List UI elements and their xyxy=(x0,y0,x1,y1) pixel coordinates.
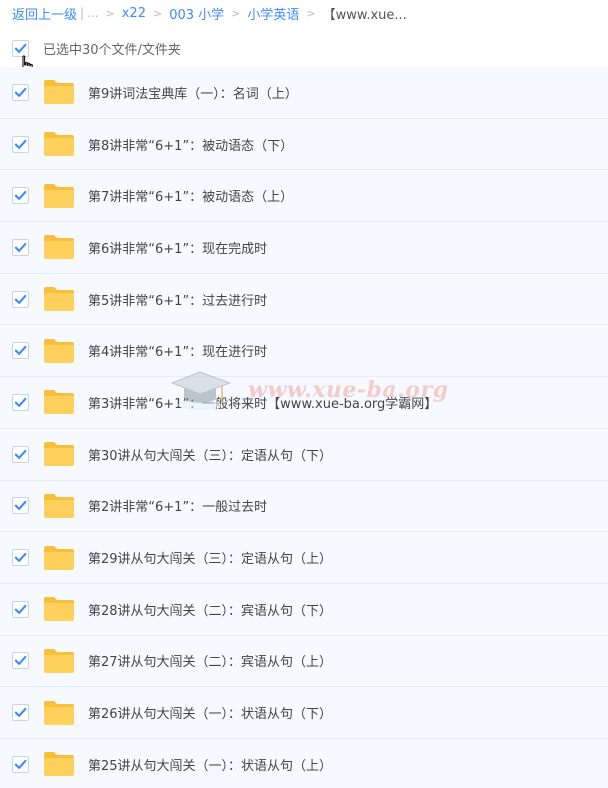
check-icon xyxy=(14,759,27,769)
file-checkbox[interactable] xyxy=(12,497,29,515)
file-checkbox[interactable] xyxy=(12,600,29,618)
file-checkbox[interactable] xyxy=(12,652,29,670)
file-checkbox[interactable] xyxy=(12,755,29,773)
check-icon xyxy=(14,346,27,356)
file-checkbox[interactable] xyxy=(12,187,29,205)
breadcrumb-arrow: > xyxy=(152,6,163,20)
file-name[interactable]: 第7讲非常“6+1”：被动语态（上） xyxy=(88,186,293,205)
check-icon xyxy=(14,87,27,97)
file-checkbox[interactable] xyxy=(12,393,29,411)
file-checkbox[interactable] xyxy=(12,445,29,463)
folder-icon xyxy=(44,235,74,260)
file-row[interactable]: 第7讲非常“6+1”：被动语态（上） xyxy=(0,170,608,223)
file-checkbox[interactable] xyxy=(12,83,29,101)
folder-icon xyxy=(44,287,74,312)
breadcrumb: 返回上一级 | ... > x22 > 003 小学 > 小学英语 > 【www… xyxy=(0,0,608,26)
file-row[interactable]: 第9讲词法宝典库（一）：名词（上） xyxy=(0,67,608,119)
file-name[interactable]: 第30讲从句大闯关（三）：定语从句（下） xyxy=(88,445,332,464)
check-icon xyxy=(14,604,27,614)
check-icon xyxy=(14,139,27,149)
selection-bar: 已选中30个文件/文件夹 xyxy=(0,32,608,64)
file-row[interactable]: 第30讲从句大闯关（三）：定语从句（下） xyxy=(0,428,608,481)
check-icon xyxy=(14,552,27,562)
file-name[interactable]: 第5讲非常“6+1”：过去进行时 xyxy=(88,290,267,309)
check-icon xyxy=(14,449,27,459)
file-name[interactable]: 第9讲词法宝典库（一）：名词（上） xyxy=(88,83,298,102)
breadcrumb-item-english[interactable]: 小学英语 xyxy=(247,4,299,23)
file-checkbox[interactable] xyxy=(12,342,29,360)
file-name[interactable]: 第4讲非常“6+1”：现在进行时 xyxy=(88,341,267,360)
breadcrumb-current: 【www.xue... xyxy=(322,7,407,23)
select-all-checkbox[interactable] xyxy=(12,39,29,57)
file-name[interactable]: 第26讲从句大闯关（一）：状语从句（下） xyxy=(88,703,332,722)
check-icon xyxy=(14,397,27,407)
breadcrumb-arrow: > xyxy=(231,6,241,20)
folder-icon xyxy=(44,648,74,673)
file-row[interactable]: 第26讲从句大闯关（一）：状语从句（下） xyxy=(0,687,608,739)
file-name[interactable]: 第2讲非常“6+1”：一般过去时 xyxy=(88,496,267,515)
file-row[interactable]: 第28讲从句大闯关（二）：宾语从句（下） xyxy=(0,583,608,636)
file-row[interactable]: 第4讲非常“6+1”：现在进行时 xyxy=(0,325,608,378)
breadcrumb-pipe: | xyxy=(80,6,85,20)
breadcrumb-item-x22[interactable]: x22 xyxy=(122,6,146,21)
back-link[interactable]: 返回上一级 xyxy=(12,4,77,23)
file-row[interactable]: 第25讲从句大闯关（一）：状语从句（上） xyxy=(0,738,608,788)
breadcrumb-arrow: > xyxy=(105,6,115,20)
check-icon xyxy=(14,501,27,511)
file-checkbox[interactable] xyxy=(12,135,29,153)
file-name[interactable]: 第8讲非常“6+1”：被动语态（下） xyxy=(88,135,293,154)
folder-icon xyxy=(44,700,74,725)
file-row[interactable]: 第27讲从句大闯关（二）：宾语从句（上） xyxy=(0,635,608,688)
check-icon xyxy=(14,191,27,201)
breadcrumb-item-003[interactable]: 003 小学 xyxy=(169,4,224,23)
file-row[interactable]: 第6讲非常“6+1”：现在完成时 xyxy=(0,222,608,274)
file-list: 第9讲词法宝典库（一）：名词（上） 第8讲非常“6+1”：被动语态（下） 第7讲… xyxy=(0,67,608,788)
file-row[interactable]: 第8讲非常“6+1”：被动语态（下） xyxy=(0,118,608,171)
breadcrumb-arrow: > xyxy=(306,6,316,20)
file-checkbox[interactable] xyxy=(12,549,29,567)
folder-icon xyxy=(44,597,74,622)
file-row[interactable]: 第5讲非常“6+1”：过去进行时 xyxy=(0,273,608,326)
check-icon xyxy=(14,707,27,718)
check-icon xyxy=(14,242,27,252)
file-row[interactable]: 第29讲从句大闯关（三）：定语从句（上） xyxy=(0,532,608,584)
selection-count-label: 已选中30个文件/文件夹 xyxy=(43,42,181,58)
file-checkbox[interactable] xyxy=(12,238,29,256)
file-name[interactable]: 第3讲非常“6+1”：一般将来时【www.xue-ba.org学霸网】 xyxy=(88,393,437,412)
check-icon xyxy=(14,656,27,666)
file-name[interactable]: 第25讲从句大闯关（一）：状语从句（上） xyxy=(88,755,332,774)
breadcrumb-ellipsis[interactable]: ... xyxy=(87,6,98,20)
file-name[interactable]: 第6讲非常“6+1”：现在完成时 xyxy=(88,238,267,257)
file-checkbox[interactable] xyxy=(12,704,29,722)
file-row[interactable]: 第2讲非常“6+1”：一般过去时 xyxy=(0,480,608,533)
folder-icon xyxy=(44,390,74,415)
folder-icon xyxy=(44,338,74,363)
check-icon xyxy=(14,294,27,304)
check-icon xyxy=(14,43,27,53)
file-name[interactable]: 第29讲从句大闯关（三）：定语从句（上） xyxy=(88,548,332,567)
folder-icon xyxy=(44,442,74,467)
file-name[interactable]: 第28讲从句大闯关（二）：宾语从句（下） xyxy=(88,600,332,619)
file-checkbox[interactable] xyxy=(12,290,29,308)
folder-icon xyxy=(44,752,74,777)
file-name[interactable]: 第27讲从句大闯关（二）：宾语从句（上） xyxy=(88,651,332,670)
file-row[interactable]: 第3讲非常“6+1”：一般将来时【www.xue-ba.org学霸网】 xyxy=(0,377,608,429)
folder-icon xyxy=(44,545,74,570)
folder-icon xyxy=(44,183,74,208)
folder-icon xyxy=(44,493,74,518)
folder-icon xyxy=(44,80,74,105)
folder-icon xyxy=(44,132,74,157)
